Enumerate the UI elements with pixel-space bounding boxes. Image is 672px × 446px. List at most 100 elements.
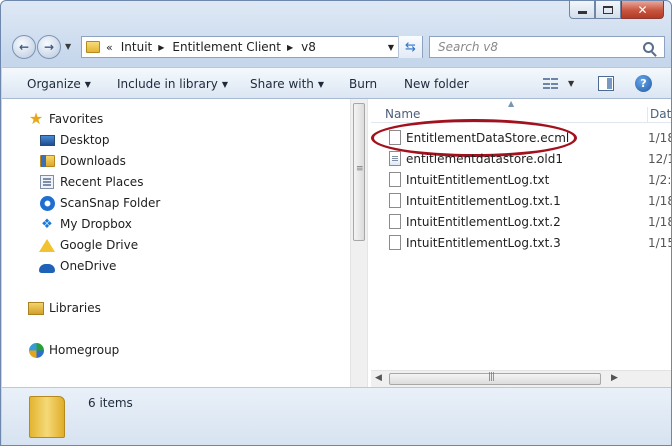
file-row[interactable]: IntuitEntitlementLog.txt.3 1/15 (371, 232, 671, 253)
include-in-library-button[interactable]: Include in library ▼ (117, 77, 228, 91)
column-header-name[interactable]: Name (385, 107, 420, 121)
close-button[interactable]: ✕ (621, 1, 664, 19)
breadcrumb-separator-icon[interactable]: ▶ (287, 43, 293, 52)
sidebar-item-label: ScanSnap Folder (60, 196, 161, 210)
address-bar[interactable]: « Intuit ▶ Entitlement Client ▶ v8 ▼ ⇆ (81, 36, 423, 58)
file-icon (389, 235, 401, 250)
folder-icon (86, 41, 100, 53)
file-row[interactable]: entitlementdatastore.old1 12/1 (371, 148, 671, 169)
file-icon (389, 130, 401, 145)
preview-pane-icon[interactable] (598, 76, 614, 91)
folder-icon (29, 396, 65, 438)
file-icon (389, 193, 401, 208)
forward-button[interactable]: → (37, 35, 61, 59)
breadcrumb-entitlement-client[interactable]: Entitlement Client (172, 40, 281, 54)
column-header-date[interactable]: Dat (647, 107, 671, 123)
file-date: 1/18 (648, 214, 671, 229)
burn-button[interactable]: Burn (349, 77, 377, 91)
new-folder-button[interactable]: New folder (404, 77, 469, 91)
file-row[interactable]: EntitlementDataStore.ecml 1/18 (371, 127, 671, 148)
recent-places-icon (39, 174, 55, 190)
chevron-down-icon: ▼ (317, 80, 325, 89)
scroll-left-icon[interactable]: ◀ (375, 373, 382, 383)
file-icon (389, 172, 401, 187)
file-date: 12/1 (648, 151, 671, 166)
breadcrumb-intuit[interactable]: Intuit (121, 40, 153, 54)
libraries-icon (28, 300, 44, 316)
content-area: ★ Favorites Desktop Downloads Recent Pla… (2, 99, 671, 387)
file-icon (389, 214, 401, 229)
search-input[interactable]: Search v8 (438, 40, 643, 54)
file-row[interactable]: IntuitEntitlementLog.txt.1 1/18 (371, 190, 671, 211)
navigation-pane: ★ Favorites Desktop Downloads Recent Pla… (2, 99, 350, 387)
sidebar-item-downloads[interactable]: Downloads (39, 151, 126, 171)
sidebar-item-onedrive[interactable]: OneDrive (39, 256, 116, 276)
sidebar-item-label: Favorites (49, 112, 104, 126)
file-date: 1/18 (648, 130, 671, 145)
organize-label: Organize (27, 77, 81, 91)
organize-button[interactable]: Organize ▼ (27, 77, 91, 91)
navigation-pane-scrollbar[interactable] (350, 99, 367, 387)
command-bar: Organize ▼ Include in library ▼ Share with… (2, 67, 671, 99)
breadcrumb-separator-icon[interactable]: ▶ (158, 43, 164, 52)
sidebar-item-scansnap-folder[interactable]: ScanSnap Folder (39, 193, 160, 213)
onedrive-icon (39, 258, 55, 274)
sidebar-item-google-drive[interactable]: Google Drive (39, 235, 138, 255)
sidebar-item-desktop[interactable]: Desktop (39, 130, 110, 150)
sidebar-item-recent-places[interactable]: Recent Places (39, 172, 143, 192)
text-file-icon (389, 151, 401, 166)
scrollbar-thumb[interactable] (389, 372, 601, 385)
homegroup-icon (28, 342, 44, 358)
view-options-dropdown-icon[interactable]: ▼ (568, 79, 574, 88)
sidebar-item-label: Homegroup (49, 343, 120, 357)
google-drive-icon (39, 237, 55, 253)
sidebar-favorites[interactable]: ★ Favorites (28, 109, 103, 129)
breadcrumb-v8[interactable]: v8 (301, 40, 316, 54)
maximize-icon (603, 5, 613, 14)
file-name: IntuitEntitlementLog.txt.1 (406, 193, 561, 208)
pane-splitter[interactable] (367, 99, 370, 387)
file-date: 1/2: (648, 172, 671, 187)
sidebar-item-label: Libraries (49, 301, 101, 315)
overflow-chevron-icon[interactable]: « (106, 41, 113, 54)
caption-buttons: ✕ (569, 1, 664, 19)
search-icon[interactable] (643, 41, 654, 53)
sidebar-item-label: OneDrive (60, 259, 117, 273)
downloads-folder-icon (39, 153, 55, 169)
share-with-button[interactable]: Share with ▼ (250, 77, 324, 91)
file-date: 1/18 (648, 193, 671, 208)
maximize-button[interactable] (595, 1, 621, 19)
favorites-star-icon: ★ (28, 109, 44, 128)
refresh-icon: ⇆ (405, 39, 416, 55)
file-list-horizontal-scrollbar[interactable]: ◀ ▶ (371, 370, 671, 387)
search-box[interactable]: Search v8 (429, 36, 665, 58)
back-button[interactable]: ← (12, 35, 36, 59)
file-name: EntitlementDataStore.ecml (406, 130, 570, 145)
sidebar-item-label: My Dropbox (60, 217, 132, 231)
desktop-icon (39, 132, 55, 148)
file-list-pane: ▲ Name Dat EntitlementDataStore.ecml 1/1… (371, 99, 671, 387)
address-dropdown-icon[interactable]: ▼ (388, 43, 394, 52)
file-name: IntuitEntitlementLog.txt (406, 172, 550, 187)
recent-pages-dropdown[interactable]: ▼ (65, 42, 71, 51)
scroll-right-icon[interactable]: ▶ (611, 373, 618, 383)
file-row[interactable]: IntuitEntitlementLog.txt 1/2: (371, 169, 671, 190)
scrollbar-thumb[interactable] (353, 103, 365, 241)
explorer-window: ✕ ← → ▼ « Intuit ▶ Entitlement Client ▶ … (0, 0, 672, 446)
dropbox-icon: ❖ (41, 216, 53, 232)
sidebar-homegroup[interactable]: Homegroup (28, 340, 119, 360)
file-row[interactable]: IntuitEntitlementLog.txt.2 1/18 (371, 211, 671, 232)
change-view-icon[interactable] (543, 77, 558, 90)
close-icon: ✕ (637, 2, 648, 17)
sidebar-item-label: Downloads (60, 154, 126, 168)
chevron-down-icon: ▼ (221, 80, 229, 89)
minimize-button[interactable] (569, 1, 595, 19)
help-icon[interactable]: ? (635, 75, 652, 92)
chevron-down-icon: ▼ (84, 80, 91, 89)
sidebar-libraries[interactable]: Libraries (28, 298, 101, 318)
item-count: 6 items (88, 396, 133, 410)
file-name: IntuitEntitlementLog.txt.3 (406, 235, 561, 250)
sidebar-item-label: Recent Places (60, 175, 144, 189)
refresh-button[interactable]: ⇆ (398, 36, 422, 58)
sidebar-item-my-dropbox[interactable]: ❖ My Dropbox (39, 214, 132, 234)
